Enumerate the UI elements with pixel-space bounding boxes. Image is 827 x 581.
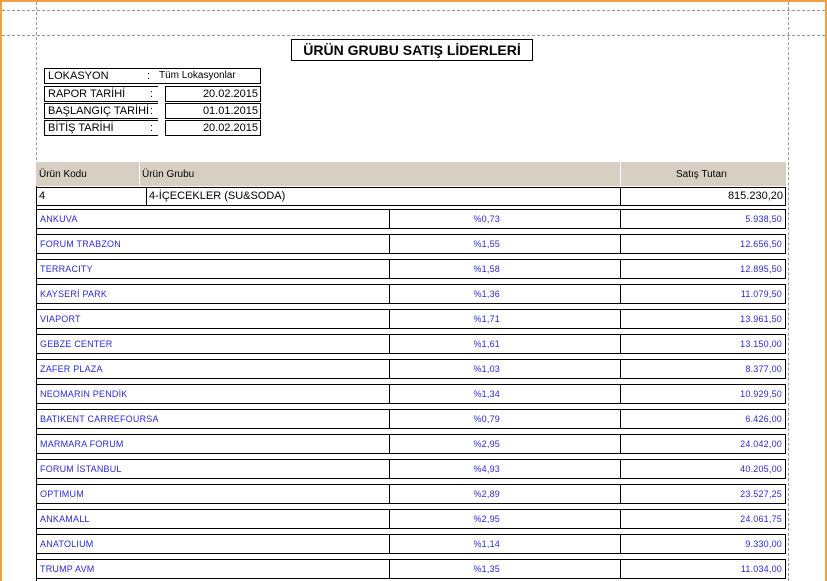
sales-amount: 13.150,00	[620, 334, 786, 354]
table-header: Ürün Kodu Ürün Grubu Satış Tutarı	[36, 162, 786, 186]
group-code: 4	[36, 187, 147, 206]
info-colon: :	[150, 105, 154, 117]
info-label: BİTİŞ TARİHİ	[48, 122, 114, 134]
sales-amount: 10.929,50	[620, 384, 786, 404]
store-name: FORUM İSTANBUL	[36, 459, 390, 479]
share-percent: %1,35	[389, 559, 621, 579]
table-row: ZAFER PLAZA %1,03 8.377,00	[36, 359, 786, 384]
store-name: FORUM TRABZON	[36, 234, 390, 254]
store-name: BATIKENT CARREFOURSA	[36, 409, 390, 429]
share-percent: %4,93	[389, 459, 621, 479]
share-percent: %1,58	[389, 259, 621, 279]
share-percent: %1,34	[389, 384, 621, 404]
store-name: GEBZE CENTER	[36, 334, 390, 354]
info-label: RAPOR TARİHİ	[48, 88, 126, 100]
header-product-group: Ürün Grubu	[142, 169, 195, 180]
table-row: FORUM İSTANBUL %4,93 40.205,00	[36, 459, 786, 484]
info-value: 20.02.2015	[165, 86, 261, 102]
store-name: ANKUVA	[36, 209, 390, 229]
share-percent: %1,36	[389, 284, 621, 304]
info-report-date-label-box: RAPOR TARİHİ :	[44, 86, 158, 102]
group-name: 4-İÇECEKLER (SU&SODA)	[146, 187, 621, 206]
share-percent: %0,79	[389, 409, 621, 429]
sales-amount: 9.330,00	[620, 534, 786, 554]
table-row: TERRACITY %1,58 12.895,50	[36, 259, 786, 284]
band-guide	[2, 35, 825, 36]
table-row: NEOMARIN PENDİK %1,34 10.929,50	[36, 384, 786, 409]
info-label: BAŞLANGIÇ TARİHİ	[48, 105, 150, 117]
table-row: KAYSERİ PARK %1,36 11.079,50	[36, 284, 786, 309]
margin-guide-top	[2, 10, 825, 11]
share-percent: %1,03	[389, 359, 621, 379]
info-location-box: LOKASYON : Tüm Lokasyonlar	[44, 68, 261, 84]
store-name: NEOMARIN PENDİK	[36, 384, 390, 404]
info-colon: :	[150, 88, 154, 100]
header-product-code: Ürün Kodu	[39, 169, 87, 180]
store-name: TRUMP AVM	[36, 559, 390, 579]
sales-amount: 5.938,50	[620, 209, 786, 229]
share-percent: %1,71	[389, 309, 621, 329]
table-row: ANKUVA %0,73 5.938,50	[36, 209, 786, 234]
table-row: GEBZE CENTER %1,61 13.150,00	[36, 334, 786, 359]
share-percent: %2,89	[389, 484, 621, 504]
store-name: ZAFER PLAZA	[36, 359, 390, 379]
sales-amount: 23.527,25	[620, 484, 786, 504]
sales-amount: 24.042,00	[620, 434, 786, 454]
table-row: MARMARA FORUM %2,95 24.042,00	[36, 434, 786, 459]
info-start-date-label-box: BAŞLANGIÇ TARİHİ :	[44, 103, 158, 119]
sales-amount: 40.205,00	[620, 459, 786, 479]
margin-guide-right	[788, 2, 789, 581]
info-value: 20.02.2015	[165, 120, 261, 136]
table-row: ANATOLIUM %1,14 9.330,00	[36, 534, 786, 559]
sales-amount: 12.895,50	[620, 259, 786, 279]
sales-amount: 6.426,00	[620, 409, 786, 429]
report-page: ÜRÜN GRUBU SATIŞ LİDERLERİ LOKASYON : Tü…	[0, 0, 827, 581]
share-percent: %1,55	[389, 234, 621, 254]
table-row: VIAPORT %1,71 13.961,50	[36, 309, 786, 334]
store-name: VIAPORT	[36, 309, 390, 329]
sales-amount: 11.079,50	[620, 284, 786, 304]
info-value: 01.01.2015	[165, 103, 261, 119]
store-name: ANKAMALL	[36, 509, 390, 529]
store-name: MARMARA FORUM	[36, 434, 390, 454]
table-row: TRUMP AVM %1,35 11.034,00	[36, 559, 786, 581]
share-percent: %2,95	[389, 434, 621, 454]
sales-amount: 12.656,50	[620, 234, 786, 254]
header-divider	[620, 162, 621, 186]
sales-amount: 13.961,50	[620, 309, 786, 329]
table-row: OPTIMUM %2,89 23.527,25	[36, 484, 786, 509]
info-colon: :	[150, 122, 154, 134]
report-title: ÜRÜN GRUBU SATIŞ LİDERLERİ	[291, 39, 533, 61]
store-name: TERRACITY	[36, 259, 390, 279]
share-percent: %1,61	[389, 334, 621, 354]
info-colon: :	[147, 70, 151, 82]
share-percent: %0,73	[389, 209, 621, 229]
table-row: ANKAMALL %2,95 24.061,75	[36, 509, 786, 534]
share-percent: %1,14	[389, 534, 621, 554]
sales-amount: 11.034,00	[620, 559, 786, 579]
group-row: 4 4-İÇECEKLER (SU&SODA) 815.230,20	[36, 187, 786, 207]
group-total: 815.230,20	[620, 187, 786, 206]
table-row: FORUM TRABZON %1,55 12.656,50	[36, 234, 786, 259]
info-value: Tüm Lokasyonlar	[159, 70, 236, 81]
header-sales-total: Satış Tutarı	[676, 169, 728, 180]
info-label: LOKASYON	[48, 70, 109, 82]
sales-amount: 8.377,00	[620, 359, 786, 379]
store-name: OPTIMUM	[36, 484, 390, 504]
table-row: BATIKENT CARREFOURSA %0,79 6.426,00	[36, 409, 786, 434]
sales-amount: 24.061,75	[620, 509, 786, 529]
info-end-date-label-box: BİTİŞ TARİHİ :	[44, 120, 158, 136]
store-name: KAYSERİ PARK	[36, 284, 390, 304]
header-divider	[139, 162, 140, 186]
store-name: ANATOLIUM	[36, 534, 390, 554]
share-percent: %2,95	[389, 509, 621, 529]
